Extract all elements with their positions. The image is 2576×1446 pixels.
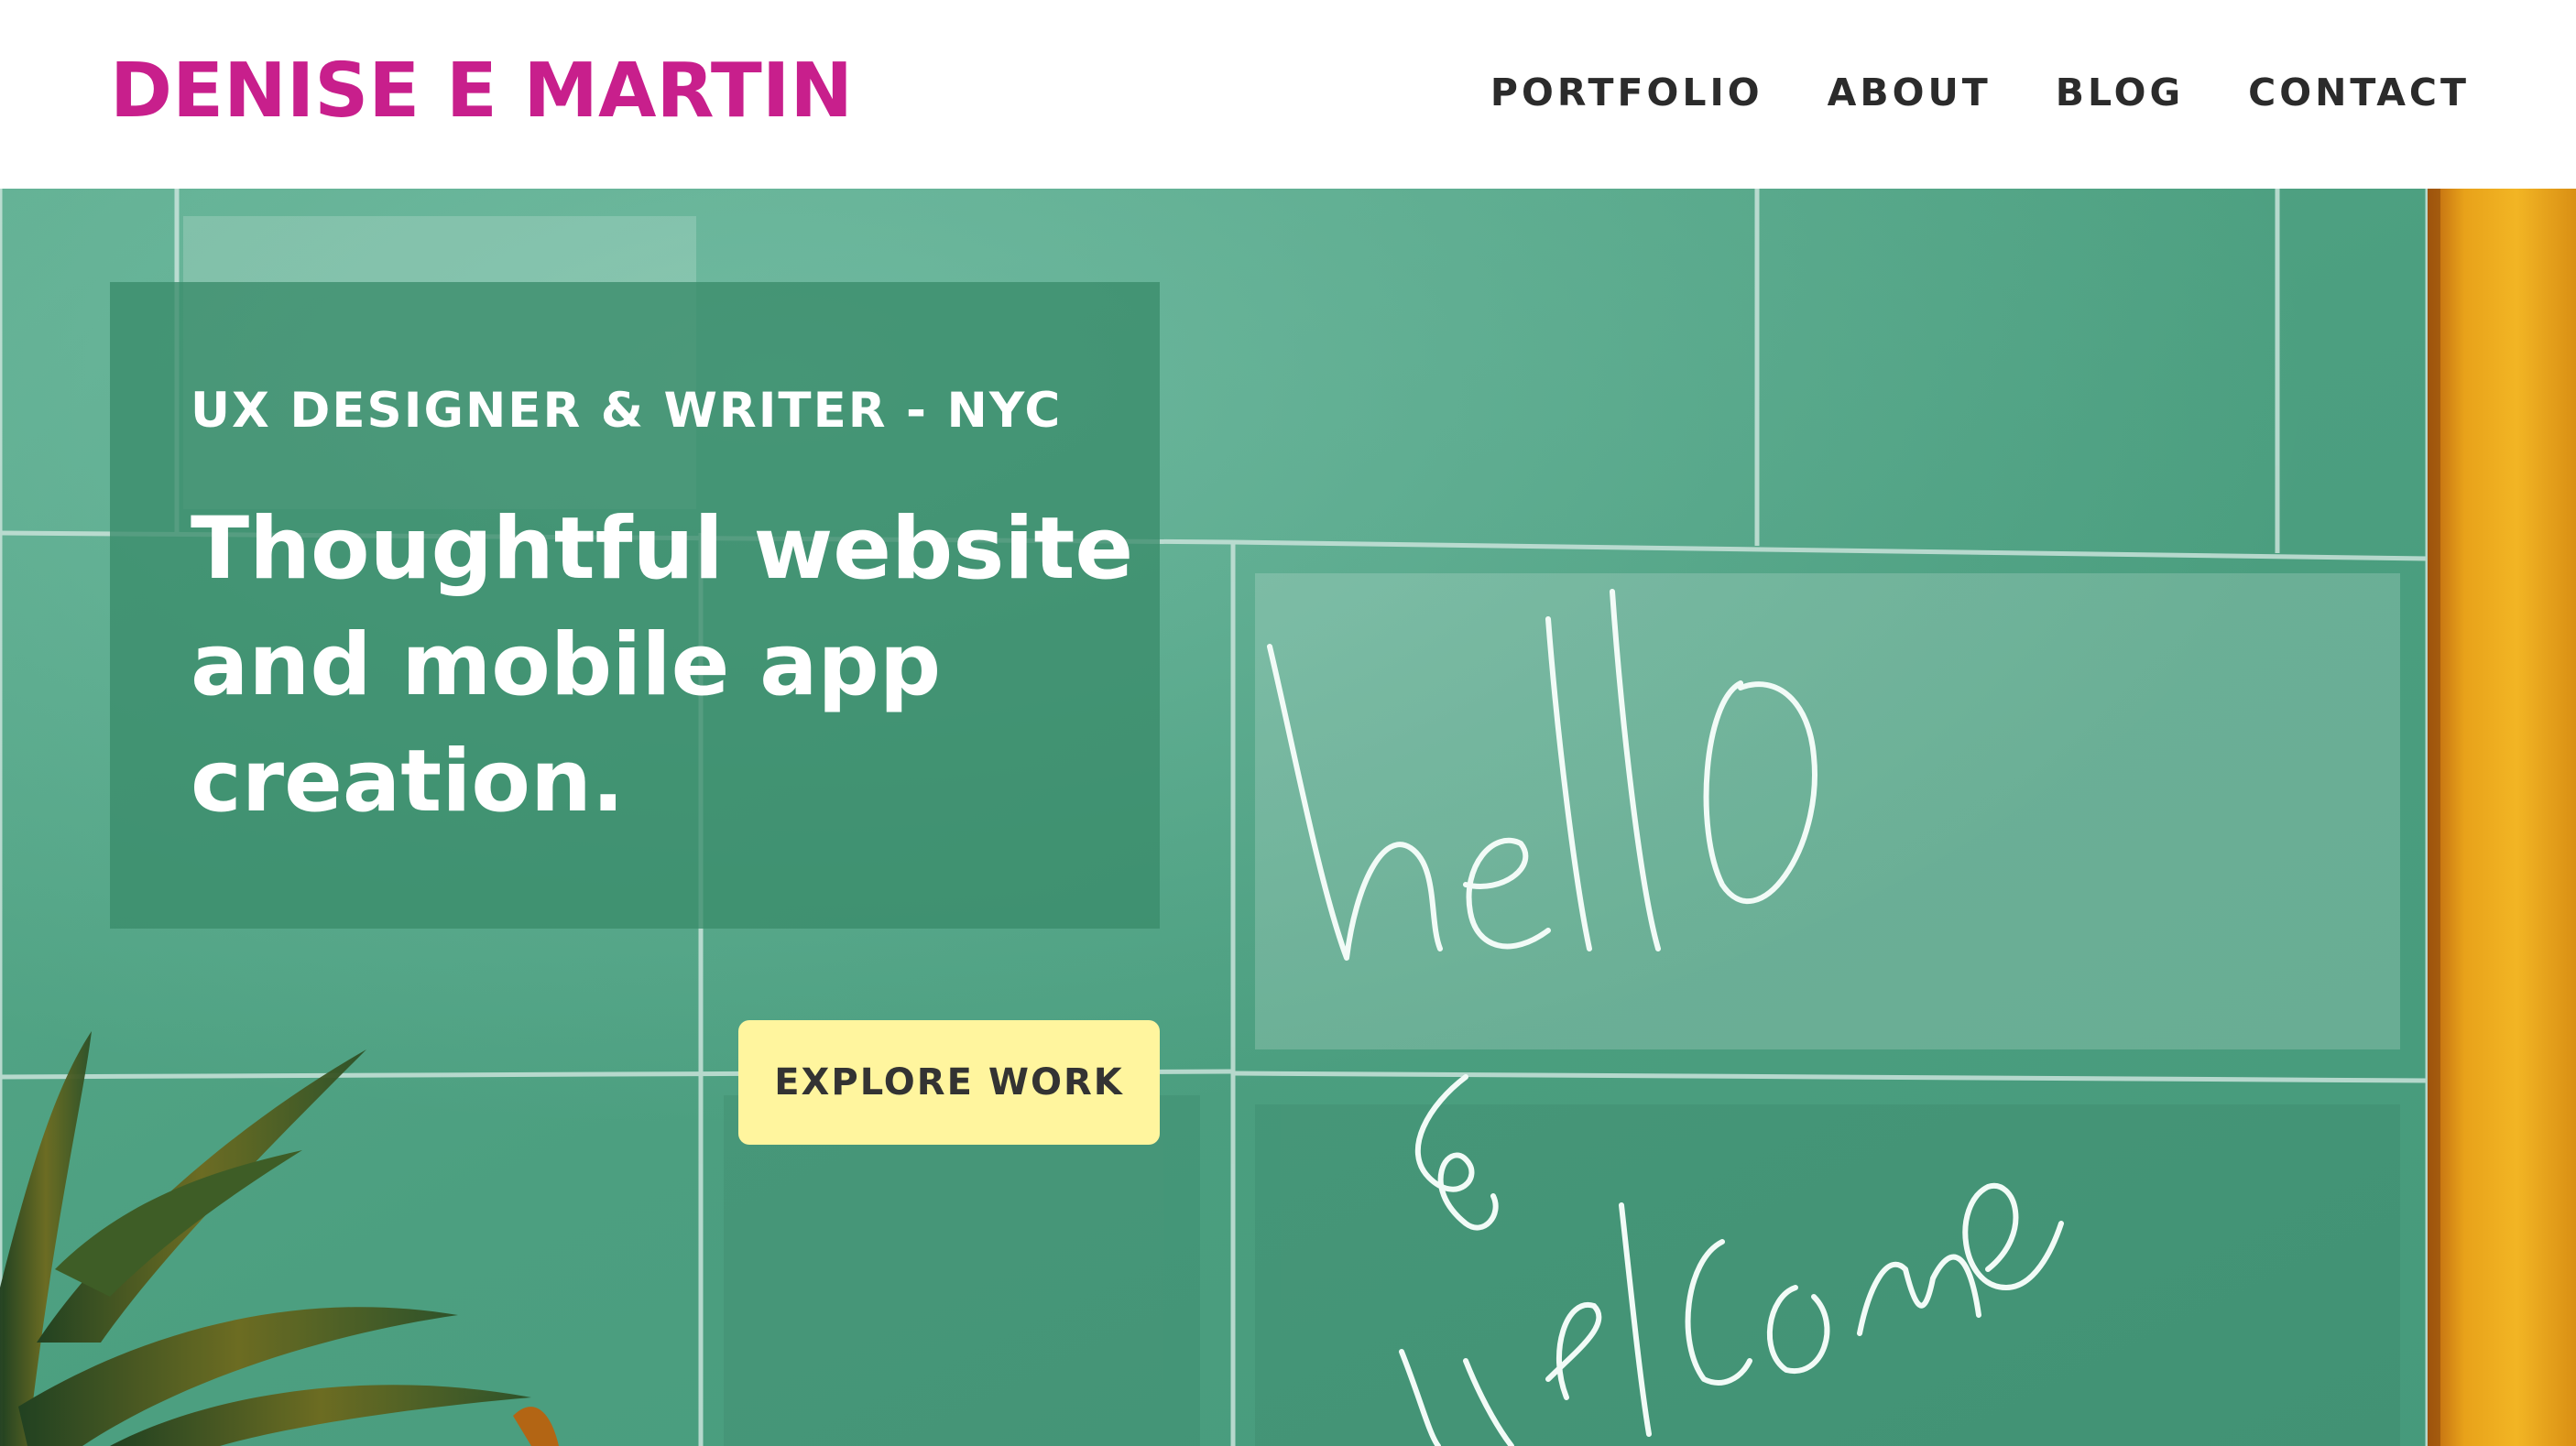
nav-item-blog[interactable]: BLOG	[2056, 70, 2184, 115]
nav-item-about[interactable]: ABOUT	[1828, 70, 1992, 115]
explore-work-button[interactable]: EXPLORE WORK	[738, 1020, 1160, 1145]
nav-item-portfolio[interactable]: PORTFOLIO	[1490, 70, 1763, 115]
intro-panel: UX DESIGNER & WRITER - NYC Thoughtful we…	[110, 282, 1160, 929]
nav-item-contact[interactable]: CONTACT	[2248, 70, 2470, 115]
main-nav: PORTFOLIO ABOUT BLOG CONTACT	[1490, 70, 2470, 115]
hero-section: UX DESIGNER & WRITER - NYC Thoughtful we…	[0, 189, 2576, 1446]
hero-eyebrow: UX DESIGNER & WRITER - NYC	[191, 383, 1063, 439]
hero-headline: Thoughtful website and mobile app creati…	[191, 499, 1134, 832]
wood-frame	[2428, 189, 2576, 1446]
site-header: DENISE E MARTIN PORTFOLIO ABOUT BLOG CON…	[0, 0, 2576, 189]
site-logo[interactable]: DENISE E MARTIN	[110, 46, 853, 137]
